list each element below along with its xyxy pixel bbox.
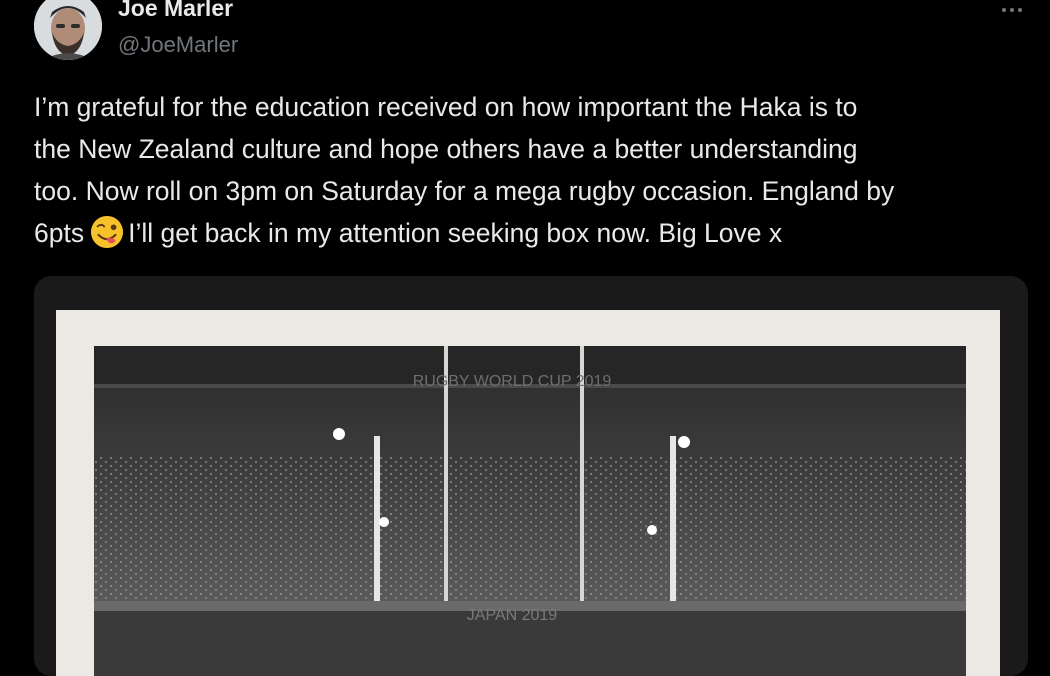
tweet-text-segment: 6pts — [34, 218, 85, 248]
tweet-text: I’m grateful for the education received … — [34, 86, 1024, 254]
author-handle[interactable]: @JoeMarler — [118, 31, 238, 59]
tweet-line-last: 6pts I’ll get back in my attention seeki… — [34, 212, 1024, 254]
winking-face-with-tongue-icon — [91, 215, 124, 249]
framed-stadium-photo: RUGBY WORLD CUP 2019 JAPAN 2019 — [34, 276, 1028, 676]
tweet-line: too. Now roll on 3pm on Saturday for a m… — [34, 176, 895, 206]
more-options-button[interactable] — [994, 0, 1030, 20]
avatar[interactable] — [34, 0, 102, 60]
author-name[interactable]: Joe Marler — [118, 0, 233, 22]
tweet-photo[interactable]: RUGBY WORLD CUP 2019 JAPAN 2019 — [34, 276, 1028, 676]
media-banner-top: RUGBY WORLD CUP 2019 — [413, 373, 612, 390]
tweet-line: the New Zealand culture and hope others … — [34, 134, 858, 164]
media-banner-bottom: JAPAN 2019 — [467, 607, 558, 624]
tweet-line: I’m grateful for the education received … — [34, 92, 858, 122]
tweet-text-segment: I’ll get back in my attention seeking bo… — [128, 218, 783, 248]
tweet: Joe Marler @JoeMarler I’m grateful for t… — [0, 0, 1050, 676]
avatar-image — [34, 0, 102, 60]
more-horizontal-icon — [1002, 8, 1006, 12]
